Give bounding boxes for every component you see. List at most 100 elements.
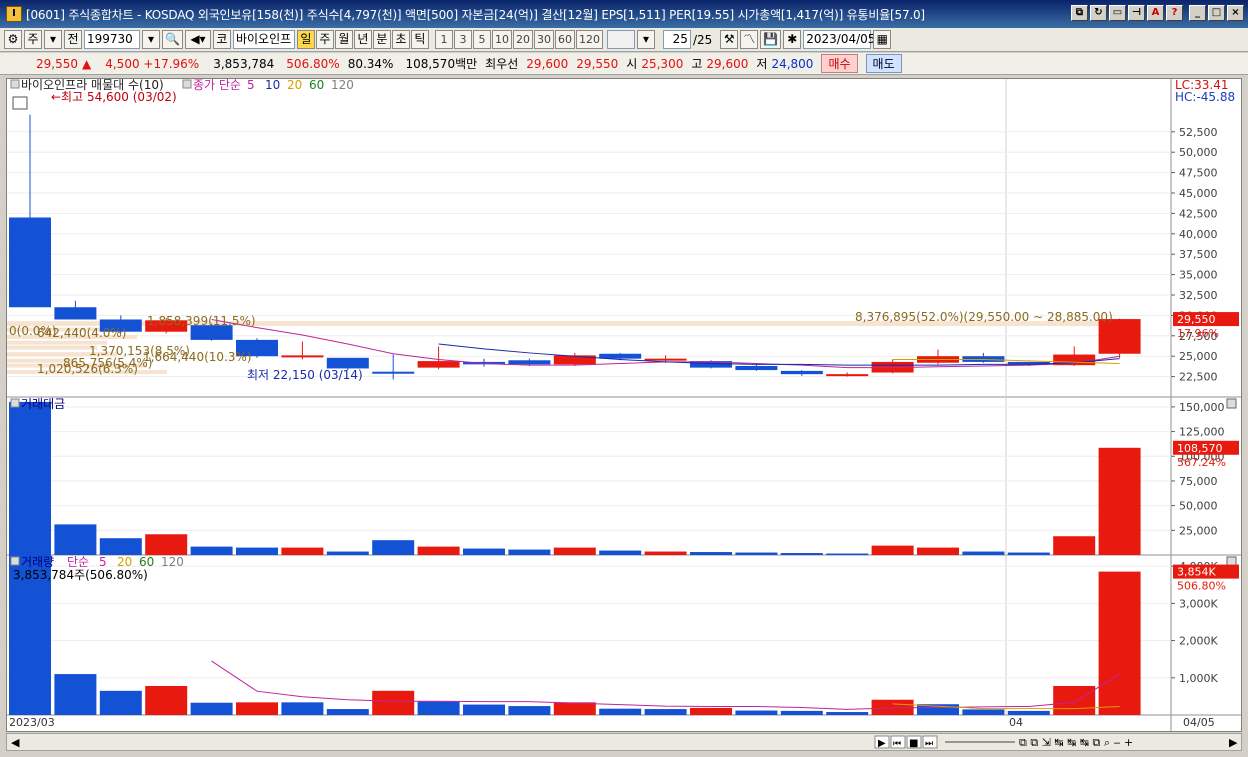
- trade-amount: 108,570백만: [405, 57, 478, 71]
- close-button[interactable]: ×: [1227, 5, 1244, 21]
- settings-icon[interactable]: ✱: [783, 30, 802, 49]
- pin-icon[interactable]: ⊣: [1128, 5, 1145, 21]
- period-type-select[interactable]: 주: [24, 30, 42, 49]
- buy-button[interactable]: 매수: [821, 54, 858, 73]
- minute-option-60[interactable]: 60: [554, 30, 575, 49]
- link-icon[interactable]: ⧉: [1071, 5, 1088, 21]
- app-icon: I: [6, 6, 22, 22]
- volume-ma-label: 단순: [67, 555, 89, 569]
- best-bid: 29,550: [576, 56, 619, 71]
- minute-option-5[interactable]: 5: [472, 30, 491, 49]
- minute-option-20[interactable]: 20: [512, 30, 533, 49]
- chart-canvas[interactable]: 52,500 50,000 47,500 45,000 42,500 40,000 37,5…: [7, 78, 1241, 731]
- save-icon[interactable]: 💾: [760, 30, 782, 49]
- chart-scrollbar[interactable]: ◀ ▶ ⏮ ■ ⏭ ⧉ ⧉ ⇲ ↹ ↹ ↹ ⧉ ⌕ ‒ + ▶: [6, 733, 1242, 751]
- search-icon[interactable]: 🔍: [162, 30, 183, 49]
- interval-tab-4[interactable]: 분: [372, 30, 391, 49]
- high-label: 고: [691, 57, 703, 71]
- window-icon[interactable]: ▭: [1109, 5, 1126, 21]
- quote-bar: 29,550 ▲ 4,500 +17.96% 3,853,784 506.80%…: [0, 53, 1248, 75]
- volume-bar: [236, 702, 278, 715]
- options-icon[interactable]: ⚙: [4, 30, 22, 49]
- y-tick-label: 2,000K: [1179, 635, 1218, 648]
- help-icon[interactable]: ?: [1166, 5, 1183, 21]
- ma-period-label: 10: [265, 79, 280, 92]
- date-input[interactable]: 2023/04/05: [803, 30, 875, 49]
- y-tick-label: 1,000K: [1179, 672, 1218, 685]
- minute-option-1[interactable]: 1: [434, 30, 453, 49]
- volume-ma-period: 20: [117, 555, 132, 569]
- page-total: /25: [692, 32, 713, 47]
- volume: 3,853,784: [213, 56, 275, 71]
- window-buttons: ⧉ ↻ ▭ ⊣ A ? _ □ ×: [1071, 5, 1244, 21]
- volume-bar: [54, 524, 97, 555]
- volume-bar: [9, 401, 51, 555]
- current-value-pct: 506.80%: [1177, 580, 1226, 593]
- minute-custom-select[interactable]: [606, 30, 635, 49]
- volume-ratio: 506.80%: [286, 56, 340, 71]
- refresh-icon[interactable]: ↻: [1090, 5, 1107, 21]
- volume-bar: [372, 540, 415, 555]
- minute-option-120[interactable]: 120: [575, 30, 603, 49]
- scroll-tools-icon[interactable]: ⧉ ⧉ ⇲ ↹ ↹ ↹ ⧉ ⌕ ‒ +: [1019, 736, 1133, 749]
- speaker-icon[interactable]: ◀▾: [184, 30, 211, 49]
- minute-dropdown-icon[interactable]: ▾: [636, 30, 655, 49]
- tool-icon[interactable]: ⚒: [720, 30, 739, 49]
- panel-collapse-icon: [10, 398, 20, 408]
- interval-tab-0[interactable]: 일: [296, 30, 315, 49]
- minute-option-30[interactable]: 30: [533, 30, 554, 49]
- volume-bar: [417, 546, 460, 555]
- chevron-down-icon[interactable]: ▾: [44, 30, 62, 49]
- volume-bar: [553, 702, 596, 715]
- page-counter-input[interactable]: 25: [662, 30, 691, 49]
- y-tick-label: 52,500: [1179, 126, 1218, 139]
- candle-body: [54, 307, 97, 320]
- current-price-tag-label: 29,550: [1177, 313, 1216, 326]
- volume-bar: [690, 552, 732, 555]
- high-annotation: ←최고 54,600 (03/02): [51, 90, 177, 104]
- ma-period-label: 20: [287, 79, 302, 92]
- volume-annotation: 3,853,784주(506.80%): [13, 568, 148, 582]
- profile-label: 1,020,526(6.3%): [37, 362, 138, 376]
- stock-name-field[interactable]: 바이오인프: [232, 30, 295, 49]
- calendar-icon[interactable]: ▦: [873, 30, 892, 49]
- minimize-button[interactable]: _: [1189, 5, 1206, 21]
- best-quote-label: 최우선: [485, 57, 519, 71]
- scroll-right-icon[interactable]: ▶: [1229, 736, 1238, 749]
- volume-bar: [145, 685, 188, 715]
- minute-option-10[interactable]: 10: [491, 30, 512, 49]
- interval-tab-1[interactable]: 주: [315, 30, 334, 49]
- interval-tab-5[interactable]: 초: [391, 30, 410, 49]
- y-tick-label: 75,000: [1179, 475, 1218, 488]
- candle-body: [735, 365, 778, 371]
- current-value-pct: 567.24%: [1177, 456, 1226, 469]
- interval-tab-6[interactable]: 틱: [410, 30, 429, 49]
- prev-button[interactable]: 전: [64, 30, 82, 49]
- ma-period-label: 5: [247, 79, 255, 92]
- chart-area[interactable]: 52,500 50,000 47,500 45,000 42,500 40,000 37,5…: [6, 78, 1242, 732]
- maximize-button[interactable]: □: [1208, 5, 1225, 21]
- volume-bar: [780, 710, 823, 715]
- volume-bar: [1053, 685, 1096, 715]
- grid-toggle-icon: [12, 96, 28, 110]
- panel-title-2: 거래량: [21, 555, 54, 569]
- interval-tab-2[interactable]: 월: [334, 30, 353, 49]
- scroll-left-icon[interactable]: ◀: [11, 736, 20, 749]
- high-price: 29,600: [706, 56, 749, 71]
- stock-code-input[interactable]: 199730: [84, 30, 140, 49]
- volume-bar: [417, 701, 460, 715]
- minute-option-3[interactable]: 3: [453, 30, 472, 49]
- code-dropdown-icon[interactable]: ▾: [142, 30, 160, 49]
- candle-body: [372, 371, 415, 374]
- title-bar: I [0601] 주식종합차트 - KOSDAQ 외국인보유[158(천)] 주…: [0, 0, 1248, 28]
- font-icon[interactable]: A: [1147, 5, 1164, 21]
- candle-body: [9, 217, 51, 308]
- sell-button[interactable]: 매도: [865, 54, 902, 73]
- up-arrow-icon: ▲: [82, 56, 92, 71]
- ma-period-label: 60: [309, 79, 324, 92]
- interval-tab-3[interactable]: 년: [353, 30, 372, 49]
- volume-bar: [99, 538, 142, 555]
- chart-type-icon[interactable]: 〽: [740, 30, 759, 49]
- window-title: [0601] 주식종합차트 - KOSDAQ 외국인보유[158(천)] 주식수…: [26, 7, 925, 22]
- candle-body: [644, 358, 687, 361]
